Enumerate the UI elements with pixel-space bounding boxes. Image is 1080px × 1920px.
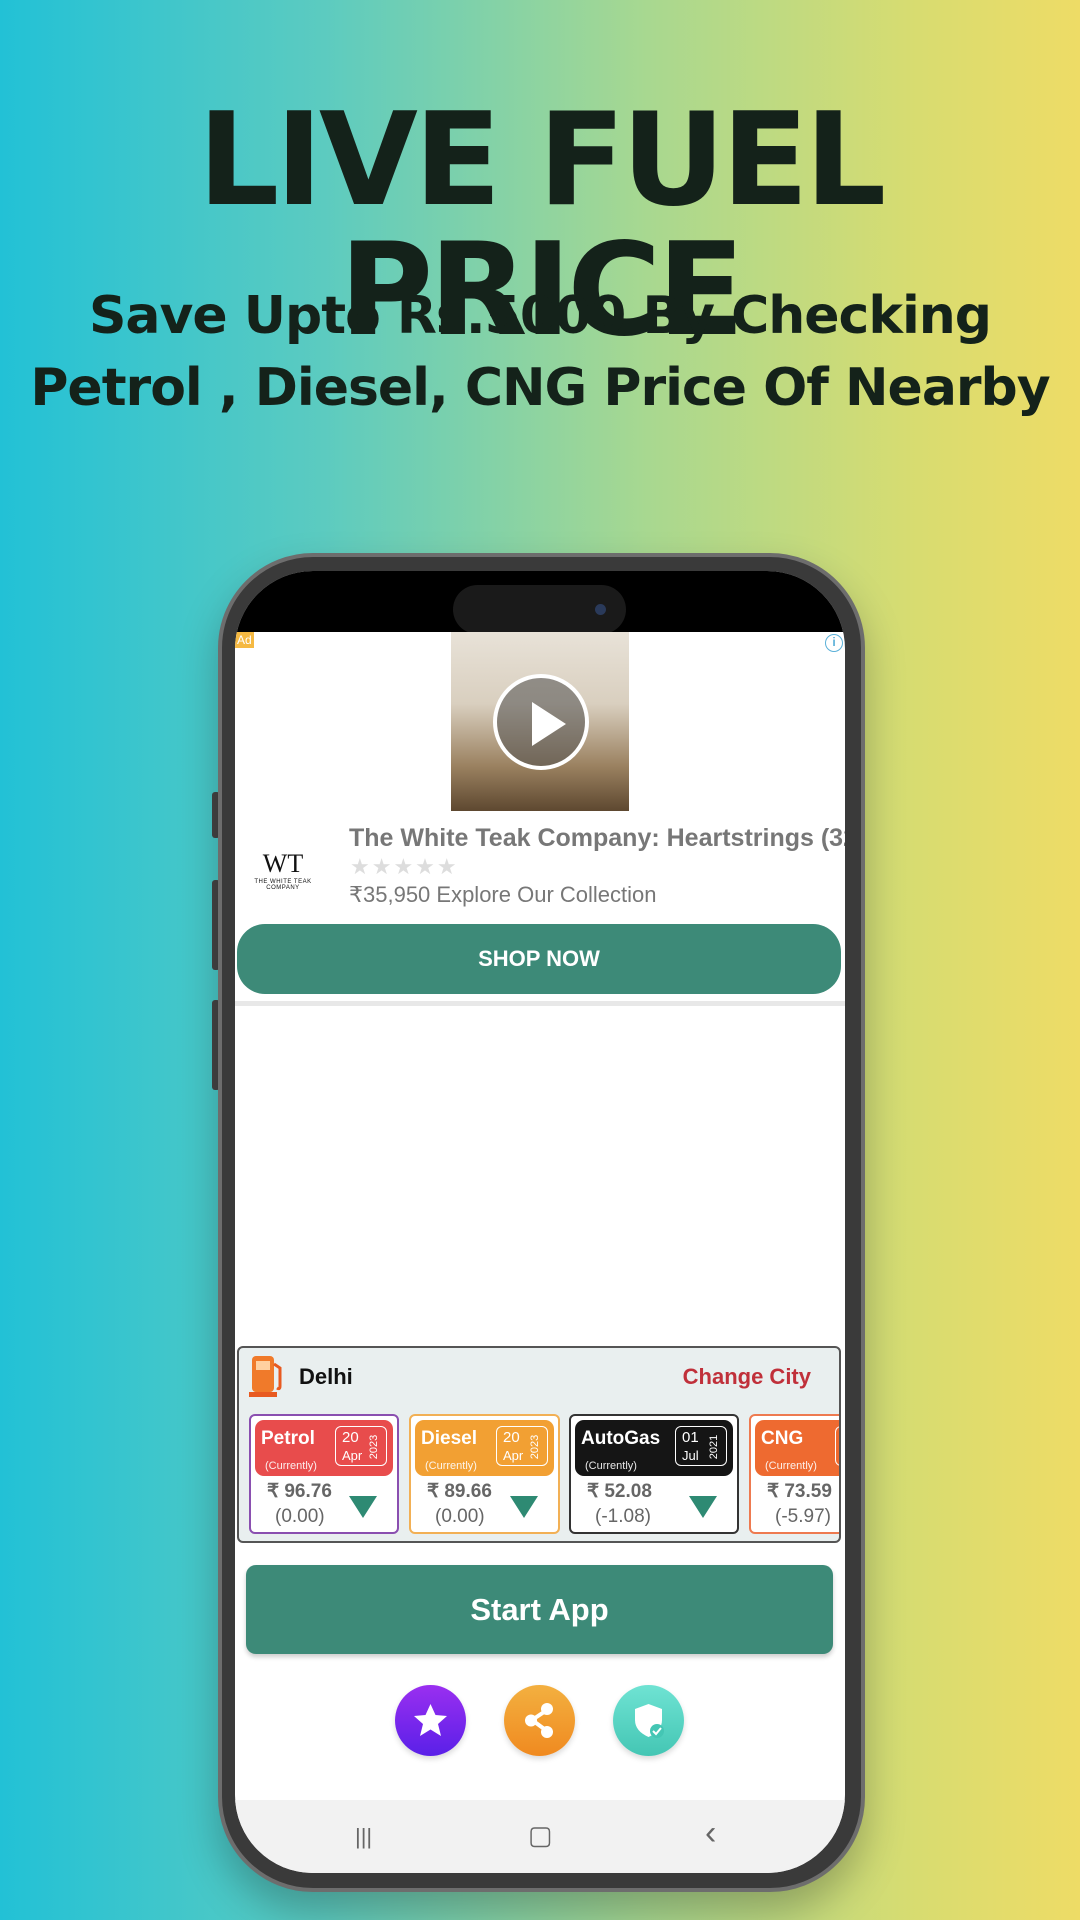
shield-check-icon bbox=[635, 1704, 664, 1738]
date-month: Jul bbox=[682, 1448, 699, 1463]
change-city-link[interactable]: Change City bbox=[683, 1364, 811, 1390]
price-change: (-5.97) bbox=[775, 1506, 831, 1527]
ad-badge: Ad bbox=[235, 632, 254, 648]
shop-now-button[interactable]: SHOP NOW bbox=[237, 924, 841, 994]
price-change: (0.00) bbox=[275, 1506, 325, 1527]
price-change: (0.00) bbox=[435, 1506, 485, 1527]
rate-button[interactable] bbox=[395, 1685, 466, 1756]
subheadline-line-1: Save Upto Rs.5000 By Checking bbox=[88, 286, 992, 346]
date-day: 20 bbox=[342, 1429, 359, 1446]
date-year: 2023 bbox=[528, 1434, 541, 1460]
city-name: Delhi bbox=[299, 1364, 353, 1389]
ad-video-thumbnail[interactable] bbox=[451, 632, 629, 811]
divider bbox=[235, 1001, 845, 1006]
subheadline-line-2: Petrol , Diesel, CNG Price Of Nearby bbox=[30, 358, 1050, 418]
ad-price: ₹35,950 Explore Our Collection bbox=[349, 882, 657, 907]
fuel-card-header: AutoGas (Currently) 01 Jul 2021 bbox=[575, 1420, 733, 1476]
recents-icon[interactable]: ||| bbox=[355, 1824, 372, 1850]
date-box: 0A bbox=[835, 1426, 839, 1466]
currently-label: (Currently) bbox=[765, 1460, 817, 1472]
star-icon bbox=[414, 1704, 447, 1736]
fuel-card-autogas[interactable]: AutoGas (Currently) 01 Jul 2021 ₹ 52.08 (-… bbox=[569, 1414, 739, 1534]
logo-mark: WT bbox=[262, 849, 304, 878]
price-down-icon bbox=[510, 1496, 538, 1518]
camera-icon bbox=[595, 604, 606, 615]
fuel-card-header: CNG (Currently) 0A bbox=[755, 1420, 839, 1476]
fuel-price-panel: Delhi Change City Petrol (Currently) 20 A… bbox=[237, 1346, 841, 1543]
fuel-card-header: Diesel (Currently) 20 Apr 2023 bbox=[415, 1420, 554, 1476]
fuel-name: Diesel bbox=[421, 1428, 477, 1449]
fuel-price: ₹ 89.66 bbox=[427, 1481, 492, 1502]
date-box: 20 Apr 2023 bbox=[335, 1426, 387, 1466]
date-year: 2021 bbox=[707, 1434, 720, 1460]
price-change: (-1.08) bbox=[595, 1506, 651, 1527]
fuel-pump-icon bbox=[249, 1356, 282, 1397]
back-icon[interactable]: ‹ bbox=[705, 1814, 716, 1853]
fuel-price: ₹ 52.08 bbox=[587, 1481, 652, 1502]
currently-label: (Currently) bbox=[265, 1460, 317, 1472]
date-box: 20 Apr 2023 bbox=[496, 1426, 548, 1466]
status-bar bbox=[235, 571, 845, 634]
logo-text: THE WHITE TEAK COMPANY bbox=[254, 879, 312, 891]
price-down-icon bbox=[689, 1496, 717, 1518]
date-year: 2023 bbox=[367, 1434, 380, 1460]
fuel-card-diesel[interactable]: Diesel (Currently) 20 Apr 2023 ₹ 89.66 (0.… bbox=[409, 1414, 560, 1534]
dynamic-island bbox=[453, 585, 626, 634]
date-box: 01 Jul 2021 bbox=[675, 1426, 727, 1466]
date-month: Apr bbox=[503, 1448, 524, 1463]
date-day: 01 bbox=[682, 1429, 699, 1446]
fuel-price: ₹ 73.59 bbox=[767, 1481, 832, 1502]
start-app-button[interactable]: Start App bbox=[246, 1565, 833, 1654]
fuel-name: AutoGas bbox=[581, 1428, 661, 1449]
home-icon[interactable]: ▢ bbox=[528, 1820, 553, 1851]
info-icon[interactable]: i bbox=[825, 634, 843, 652]
price-down-icon bbox=[349, 1496, 377, 1518]
play-icon[interactable] bbox=[493, 674, 589, 770]
rating-stars: ★★★★★ bbox=[350, 854, 459, 879]
currently-label: (Currently) bbox=[585, 1460, 637, 1472]
fuel-price: ₹ 96.76 bbox=[267, 1481, 332, 1502]
fuel-card-petrol[interactable]: Petrol (Currently) 20 Apr 2023 ₹ 96.76 (0.… bbox=[249, 1414, 399, 1534]
share-button[interactable] bbox=[504, 1685, 575, 1756]
date-day: 20 bbox=[503, 1429, 520, 1446]
fuel-card-header: Petrol (Currently) 20 Apr 2023 bbox=[255, 1420, 393, 1476]
advertiser-logo: WT THE WHITE TEAK COMPANY bbox=[243, 849, 323, 891]
ad-title[interactable]: The White Teak Company: Heartstrings (32… bbox=[349, 824, 845, 853]
share-icon bbox=[525, 1703, 553, 1738]
date-month: Apr bbox=[342, 1448, 363, 1463]
fuel-name: Petrol bbox=[261, 1428, 315, 1449]
fuel-card-cng[interactable]: CNG (Currently) 0A ₹ 73.59 (-5.97) bbox=[749, 1414, 839, 1534]
currently-label: (Currently) bbox=[425, 1460, 477, 1472]
phone-screen: Ad i WT THE WHITE TEAK COMPANY The White… bbox=[235, 571, 845, 1873]
privacy-button[interactable] bbox=[613, 1685, 684, 1756]
fuel-name: CNG bbox=[761, 1428, 804, 1449]
navigation-bar: ||| ▢ ‹ bbox=[235, 1800, 845, 1873]
